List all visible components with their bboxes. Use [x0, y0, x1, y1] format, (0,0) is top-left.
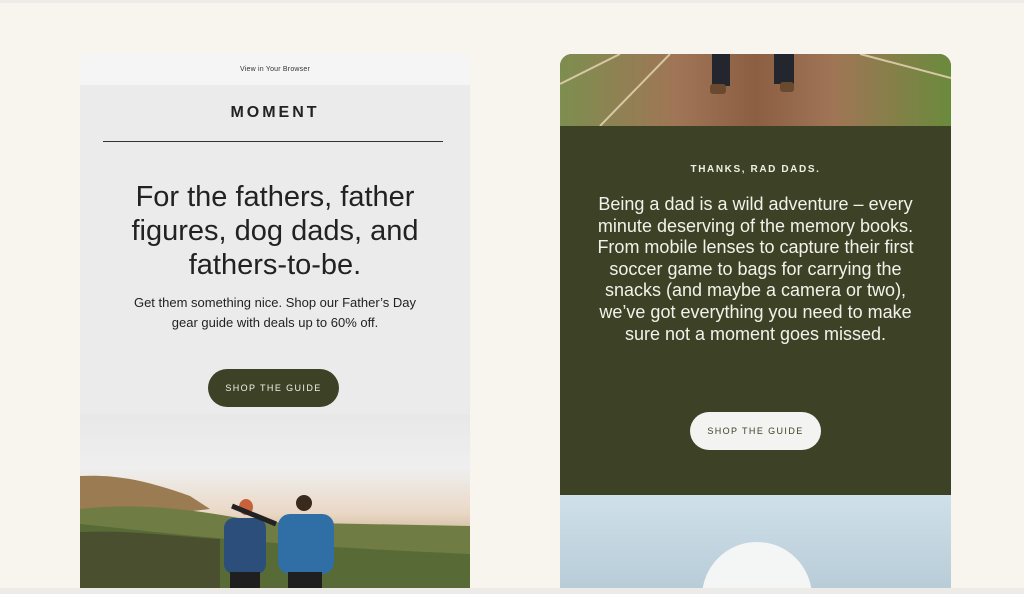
hero-subtext: Get them something nice. Shop our Father… [133, 295, 417, 330]
email-preview-left: View in Your Browser MOMENT For the fath… [80, 54, 470, 594]
trail-illustration [560, 54, 951, 127]
divider [103, 141, 443, 142]
eyebrow-heading: THANKS, RAD DADS. [690, 164, 821, 175]
shop-the-guide-button[interactable]: SHOP THE GUIDE [208, 369, 339, 407]
top-border [0, 0, 1024, 3]
hero-headline: For the fathers, father figures, dog dad… [131, 181, 419, 281]
shop-the-guide-label: SHOP THE GUIDE [225, 383, 322, 393]
shop-the-guide-button-secondary[interactable]: SHOP THE GUIDE [690, 412, 821, 450]
email-preview-right: THANKS, RAD DADS. Being a dad is a wild … [560, 54, 951, 594]
view-in-browser-link[interactable]: View in Your Browser [80, 54, 470, 85]
moment-logo: MOMENT [230, 104, 320, 121]
shop-the-guide-label: SHOP THE GUIDE [707, 426, 804, 436]
bottom-border [0, 588, 1024, 594]
hikers-illustration [80, 475, 470, 594]
hero-photo [80, 414, 470, 594]
trail-photo [560, 54, 951, 127]
body-copy: Being a dad is a wild adventure – every … [597, 194, 914, 344]
view-in-browser-text: View in Your Browser [239, 66, 311, 73]
